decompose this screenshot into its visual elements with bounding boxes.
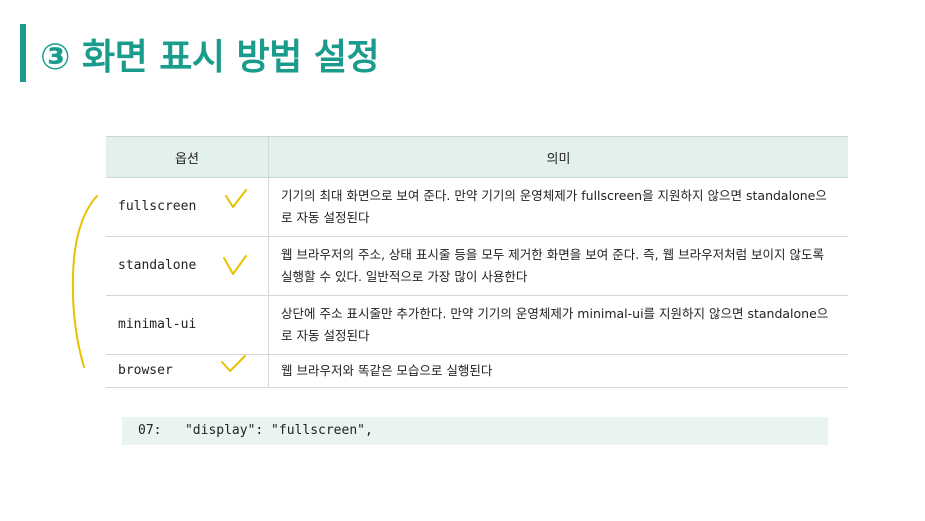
- code-line-number: 07:: [138, 423, 162, 438]
- bracket-annotation: [71, 195, 98, 368]
- table-row: browser 웹 브라우저와 똑같은 모습으로 실행된다: [106, 354, 848, 388]
- display-options-table: 옵션 의미 fullscreen 기기의 최대 화면으로 보여 준다. 만약 기…: [106, 136, 848, 388]
- header-meaning: 의미: [268, 136, 848, 178]
- meaning-cell: 웹 브라우저와 똑같은 모습으로 실행된다: [268, 354, 848, 388]
- meaning-cell: 웹 브라우저의 주소, 상태 표시줄 등을 모두 제거한 화면을 보여 준다. …: [268, 236, 848, 296]
- table-row: standalone 웹 브라우저의 주소, 상태 표시줄 등을 모두 제거한 …: [106, 236, 848, 296]
- meaning-cell: 상단에 주소 표시줄만 추가한다. 만약 기기의 운영체제가 minimal-u…: [268, 295, 848, 355]
- option-cell: minimal-ui: [106, 295, 269, 355]
- table-header-row: 옵션 의미: [106, 136, 848, 178]
- meaning-cell: 기기의 최대 화면으로 보여 준다. 만약 기기의 운영체제가 fullscre…: [268, 177, 848, 237]
- code-text: "display": "fullscreen",: [184, 423, 373, 438]
- table-row: fullscreen 기기의 최대 화면으로 보여 준다. 만약 기기의 운영체…: [106, 177, 848, 237]
- option-cell: standalone: [106, 236, 269, 296]
- option-cell: browser: [106, 354, 269, 388]
- option-cell: fullscreen: [106, 177, 269, 237]
- code-snippet: 07: "display": "fullscreen",: [122, 417, 828, 445]
- page-title: ③ 화면 표시 방법 설정: [40, 37, 380, 78]
- title-accent-bar: [20, 24, 26, 82]
- table-row: minimal-ui 상단에 주소 표시줄만 추가한다. 만약 기기의 운영체제…: [106, 295, 848, 355]
- header-option: 옵션: [106, 136, 269, 178]
